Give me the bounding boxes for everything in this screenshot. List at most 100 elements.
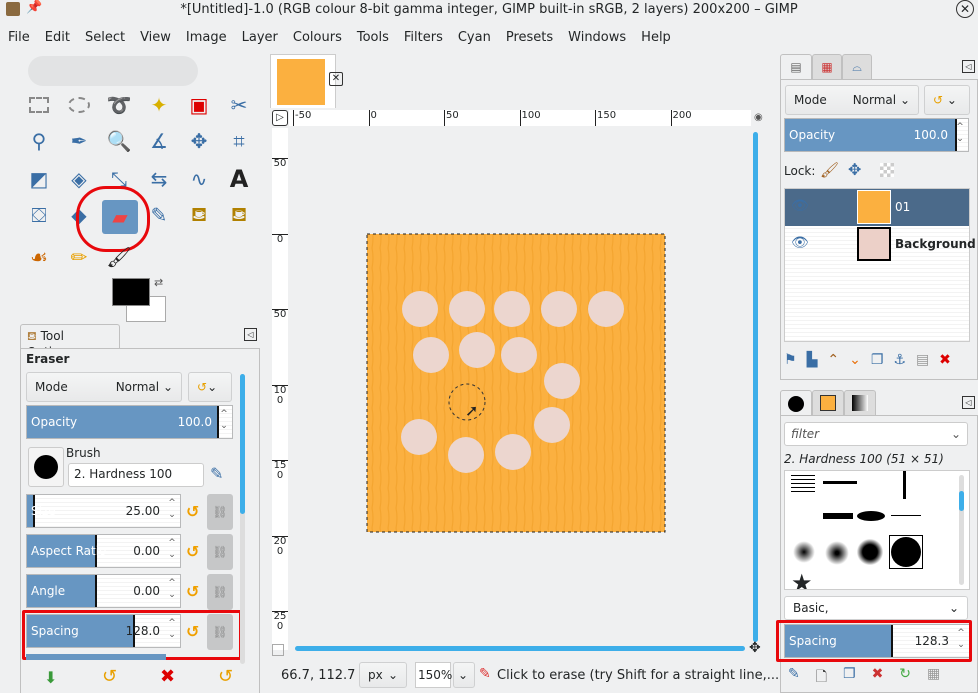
tab-paths[interactable]: ⌓: [842, 54, 872, 80]
menu-filters[interactable]: Filters: [396, 27, 450, 49]
fuzzy-select-icon[interactable]: ✦: [142, 88, 176, 122]
lock-alpha-icon[interactable]: [880, 163, 894, 177]
brush-name-field[interactable]: 2. Hardness 100: [68, 463, 204, 487]
image-canvas[interactable]: ➚: [289, 128, 749, 650]
warp-transform-icon[interactable]: ∿: [182, 162, 216, 196]
mode-reset-dropdown[interactable]: ↺ ⌄: [188, 372, 232, 402]
lower-layer-icon[interactable]: ⌄: [849, 352, 861, 368]
zoom-dropdown[interactable]: ⌄: [453, 662, 475, 688]
menu-image[interactable]: Image: [178, 27, 234, 49]
toggle-quick-mask[interactable]: [272, 644, 284, 656]
clone-icon[interactable]: ⛾: [182, 198, 216, 232]
menu-windows[interactable]: Windows: [560, 27, 633, 49]
spin-arrows[interactable]: ^ ⌄: [218, 408, 230, 432]
panel-menu-icon[interactable]: ◁: [244, 328, 257, 341]
save-options-icon[interactable]: ⬇: [44, 668, 57, 687]
unit-dropdown[interactable]: px ⌄: [359, 662, 407, 688]
brush-preview-button[interactable]: [28, 447, 64, 487]
edit-brush-icon[interactable]: ✎: [210, 464, 223, 483]
layer-opacity-slider[interactable]: Opacity 100.0 ^ ⌄: [784, 118, 969, 152]
menu-help[interactable]: Help: [633, 27, 678, 49]
menu-presets[interactable]: Presets: [498, 27, 560, 49]
close-image-tab-icon[interactable]: ✕: [329, 72, 343, 86]
menu-file[interactable]: File: [0, 27, 37, 49]
foreground-color-swatch[interactable]: [112, 278, 150, 306]
new-layer-icon[interactable]: ▙: [807, 352, 818, 368]
reset-angle-icon[interactable]: ↺: [186, 582, 199, 601]
restore-options-icon[interactable]: ↺: [102, 666, 117, 687]
aspect-ratio-slider[interactable]: Aspect Ratio 0.00 ^ ⌄: [26, 534, 181, 568]
mode-dropdown[interactable]: Mode Normal ⌄: [26, 372, 182, 402]
paths-icon[interactable]: ✒: [62, 124, 96, 158]
lock-pixels-icon[interactable]: 🖌: [820, 161, 839, 179]
merge-layer-icon[interactable]: ▤: [916, 352, 929, 368]
refresh-brushes-icon[interactable]: ↻: [899, 666, 911, 690]
selected-brush-cell[interactable]: [889, 535, 923, 569]
menu-cyan[interactable]: Cyan: [450, 27, 498, 49]
unified-transform-icon[interactable]: ◩: [22, 162, 56, 196]
horizontal-scrollbar[interactable]: [295, 646, 745, 651]
heal-icon[interactable]: ⛾: [222, 198, 256, 232]
reset-aspect-icon[interactable]: ↺: [186, 542, 199, 561]
brush-scrollbar[interactable]: [959, 475, 964, 585]
close-window-button[interactable]: ✕: [956, 0, 974, 18]
layer-mode-dropdown[interactable]: Mode Normal ⌄: [785, 85, 919, 115]
menu-tools[interactable]: Tools: [349, 27, 396, 49]
lock-position-icon[interactable]: ✥: [848, 160, 861, 179]
scissors-icon[interactable]: ✂: [222, 88, 256, 122]
edit-brush-icon[interactable]: ✎: [788, 666, 800, 690]
size-slider[interactable]: Size 25.00 ^ ⌄: [26, 494, 181, 528]
scrollbar[interactable]: [240, 374, 245, 664]
smudge-icon[interactable]: ☙: [22, 240, 56, 274]
reset-size-icon[interactable]: ↺: [186, 502, 199, 521]
menu-layer[interactable]: Layer: [234, 27, 285, 49]
panel-menu-icon[interactable]: ◁: [962, 60, 975, 73]
swap-colors-icon[interactable]: ⇄: [154, 276, 163, 289]
flip-icon[interactable]: ⇆: [142, 162, 176, 196]
tab-layers[interactable]: ▤: [780, 54, 812, 80]
layer-name[interactable]: 01: [895, 200, 910, 214]
tab-tool-options[interactable]: ⛾ Tool Options: [20, 324, 120, 359]
delete-options-icon[interactable]: ✖: [160, 666, 175, 687]
zoom-fit-icon[interactable]: ◉: [754, 112, 763, 123]
angle-slider[interactable]: Angle 0.00 ^ ⌄: [26, 574, 181, 608]
foreground-select-icon[interactable]: ⚲: [22, 124, 56, 158]
select-by-color-icon[interactable]: ▣: [182, 88, 216, 122]
canvas-viewport[interactable]: ➚: [289, 128, 749, 650]
spin-arrows[interactable]: ^ ⌄: [166, 577, 178, 601]
pencil-icon[interactable]: ✏: [62, 240, 96, 274]
chain-link-icon[interactable]: ⛓: [207, 494, 233, 530]
image-tab[interactable]: [270, 54, 336, 108]
measure-icon[interactable]: ∡: [142, 124, 176, 158]
tab-channels[interactable]: ▦: [812, 54, 842, 80]
new-layer-group-icon[interactable]: ⚑: [784, 352, 797, 368]
delete-brush-icon[interactable]: ✖: [872, 666, 884, 690]
move-icon[interactable]: ✥: [182, 124, 216, 158]
opacity-slider[interactable]: Opacity 100.0 ^ ⌄: [26, 405, 233, 439]
quick-mask-menu-icon[interactable]: ▷: [272, 110, 288, 126]
delete-layer-icon[interactable]: ✖: [939, 352, 951, 368]
navigate-icon[interactable]: ✥: [749, 640, 761, 656]
tab-gradients[interactable]: [844, 390, 876, 416]
layer-row-01[interactable]: 👁 01: [785, 189, 969, 226]
raise-layer-icon[interactable]: ⌃: [827, 352, 839, 368]
reset-options-icon[interactable]: ↺: [218, 666, 233, 687]
tab-patterns[interactable]: [812, 390, 844, 416]
eye-icon[interactable]: 👁: [791, 198, 809, 214]
spin-arrows[interactable]: ^ ⌄: [166, 537, 178, 561]
spin-arrows[interactable]: ^ ⌄: [954, 121, 966, 145]
panel-menu-icon[interactable]: ◁: [962, 396, 975, 409]
paintbrush-icon[interactable]: 🖌: [102, 240, 136, 274]
layer-composite-dropdown[interactable]: ↺ ⌄: [924, 85, 970, 115]
menu-edit[interactable]: Edit: [37, 27, 77, 49]
bucket-fill-icon[interactable]: ⛋: [22, 198, 56, 232]
tag-dropdown[interactable]: Basic, ⌄: [784, 596, 968, 620]
pin-icon[interactable]: 📌: [26, 0, 42, 15]
brush-grid[interactable]: ★: [784, 470, 970, 590]
hardness-slider-partial[interactable]: [26, 654, 166, 660]
brush-as-image-icon[interactable]: ▦: [927, 666, 940, 690]
vertical-scrollbar[interactable]: [753, 132, 758, 642]
new-brush-icon[interactable]: 🗋: [816, 666, 827, 690]
duplicate-brush-icon[interactable]: ❐: [843, 666, 856, 690]
menu-view[interactable]: View: [132, 27, 178, 49]
